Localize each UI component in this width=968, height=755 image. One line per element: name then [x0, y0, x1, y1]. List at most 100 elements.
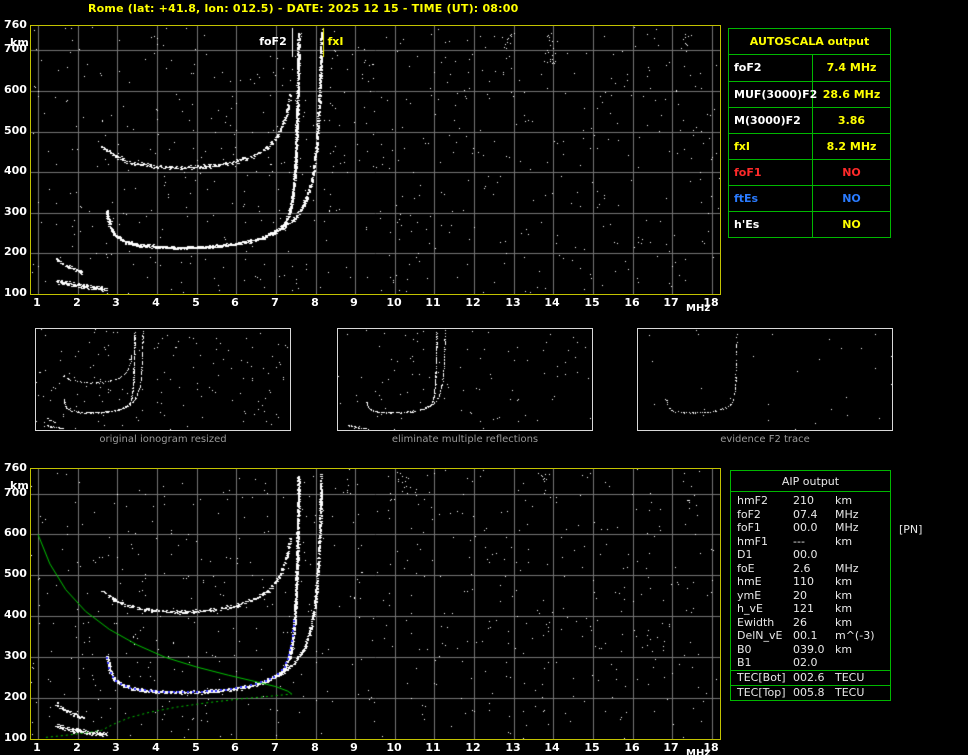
aip-unit	[835, 548, 890, 562]
x-tick-label: 11	[425, 741, 441, 754]
aip-row-foe: foE 2.6 MHz	[731, 562, 890, 576]
x-tick-label: 5	[192, 296, 200, 309]
x-axis-unit-label: MHz	[686, 303, 711, 314]
aip-name: TEC[Bot]	[737, 670, 786, 684]
x-tick-label: 14	[544, 296, 560, 309]
aip-name: B0	[737, 642, 752, 656]
x-tick-label: 6	[231, 296, 239, 309]
aip-val: 20	[793, 588, 807, 602]
aip-row-ewidth: Ewidth 26 km	[731, 616, 890, 630]
x-tick-label: 10	[386, 741, 402, 754]
x-tick-label: 2	[73, 296, 81, 309]
x-tick-label: 14	[544, 741, 560, 754]
autoscala-row-ftes: ftEs NO	[729, 185, 890, 211]
aip-row-b0: B0 039.0 km	[731, 643, 890, 657]
aip-val: 121	[793, 602, 814, 615]
fxi-marker-label: fxI	[327, 35, 344, 48]
autoscala-row-fof2: foF2 7.4 MHz	[729, 55, 890, 81]
aip-unit: MHz	[835, 507, 859, 521]
x-tick-label: 13	[505, 296, 521, 309]
aip-row-hme: hmE 110 km	[731, 575, 890, 589]
autoscala-param-value: 7.4 MHz	[826, 61, 877, 74]
aip-unit: TECU	[835, 670, 865, 684]
aip-val: 005.8	[793, 685, 825, 699]
autoscala-row-muf3000f2: MUF(3000)F2 28.6 MHz	[729, 81, 890, 107]
aip-row-d1: D1 00.0	[731, 548, 890, 562]
x-axis-unit-label: MHz	[686, 748, 711, 755]
y-tick-label: 400	[4, 164, 27, 177]
autoscala-param-value: 8.2 MHz	[826, 140, 877, 153]
aip-unit: km	[835, 534, 853, 548]
aip-val: 26	[793, 615, 807, 629]
x-tick-label: 7	[271, 296, 279, 309]
y-tick-label: 100	[4, 731, 27, 744]
aip-output-panel: AIP output hmF2 210 km foF2 07.4 MHz foF1 00.0 M…	[730, 470, 891, 701]
y-tick-label: 100	[4, 286, 27, 299]
autoscala-param-value: 3.86	[837, 114, 866, 127]
aip-row-fof2: foF2 07.4 MHz	[731, 508, 890, 522]
y-tick-label: 200	[4, 690, 27, 703]
aip-unit: MHz	[835, 561, 859, 575]
y-tick-label: 760	[4, 461, 27, 474]
x-tick-label: 5	[192, 741, 200, 754]
aip-row-delnve: DelN_vE 00.1 m^(-3)	[731, 629, 890, 643]
aip-row-tectop: TEC[Top] 005.8 TECU	[731, 684, 890, 700]
x-tick-label: 16	[624, 296, 640, 309]
x-tick-label: 1	[33, 296, 41, 309]
thumbnail-multiple-reflections	[337, 328, 593, 431]
autoscala-param-label: foF1	[729, 160, 813, 185]
ionogram-plot-top	[30, 25, 721, 295]
aip-name: DelN_vE	[737, 629, 783, 642]
x-tick-label: 12	[465, 296, 481, 309]
thumbnail-f2-evidence	[637, 328, 893, 431]
y-tick-label: 300	[4, 205, 27, 218]
aip-unit: km	[835, 602, 853, 615]
aip-unit: km	[835, 588, 853, 602]
aip-val: 210	[793, 494, 814, 507]
autoscala-row-fxi: fxI 8.2 MHz	[729, 133, 890, 159]
aip-row-hmf2: hmF2 210 km	[731, 494, 890, 508]
aip-name: Ewidth	[737, 615, 775, 629]
autoscala-row-m3000f2: M(3000)F2 3.86	[729, 107, 890, 133]
aip-name: D1	[737, 548, 753, 561]
thumbnail-caption-original: original ionogram resized	[99, 434, 227, 445]
y-tick-label: 600	[4, 526, 27, 539]
x-tick-label: 13	[505, 741, 521, 754]
aip-val: 00.1	[793, 629, 818, 642]
aip-name: foF2	[737, 507, 761, 521]
aip-name: hmF2	[737, 494, 769, 507]
ionogram-top-canvas	[31, 26, 720, 294]
y-tick-label: 500	[4, 567, 27, 580]
autoscala-output-title: AUTOSCALA output	[729, 29, 890, 55]
thumbnail-original-canvas	[36, 329, 290, 430]
thumbnail-caption-reflections: eliminate multiple reflections	[391, 434, 539, 445]
ionogram-plot-bottom	[30, 468, 721, 740]
ionogram-bottom-canvas	[31, 469, 720, 739]
aip-unit	[835, 656, 890, 670]
aip-row-yme: ymE 20 km	[731, 589, 890, 603]
x-tick-label: 7	[271, 741, 279, 754]
x-tick-label: 8	[311, 741, 319, 754]
x-tick-label: 3	[112, 741, 120, 754]
autoscala-param-label: fxI	[729, 134, 813, 159]
station-date-time-header: Rome (lat: +41.8, lon: 012.5) - DATE: 20…	[88, 2, 519, 15]
aip-row-hve: h_vE 121 km	[731, 602, 890, 616]
x-tick-label: 4	[152, 741, 160, 754]
thumbnail-caption-f2: evidence F2 trace	[720, 434, 810, 445]
autoscala-param-value: NO	[842, 218, 861, 231]
aip-val: ---	[793, 534, 805, 548]
x-tick-label: 9	[350, 296, 358, 309]
aip-unit: km	[835, 575, 853, 588]
autoscala-param-value: 28.6 MHz	[822, 88, 881, 101]
aip-row-tecbot: TEC[Bot] 002.6 TECU	[731, 669, 890, 685]
pn-flag: [PN]	[899, 523, 923, 536]
thumbnail-f2-canvas	[638, 329, 892, 430]
aip-unit: TECU	[835, 685, 865, 699]
autoscala-param-value: NO	[842, 192, 861, 205]
y-tick-label: 500	[4, 124, 27, 137]
aip-val: 00.0	[793, 521, 818, 534]
autoscala-row-hes: h'Es NO	[729, 211, 890, 237]
aip-name: TEC[Top]	[737, 685, 786, 699]
autoscala-param-label: foF2	[729, 55, 813, 81]
y-tick-label: 400	[4, 608, 27, 621]
